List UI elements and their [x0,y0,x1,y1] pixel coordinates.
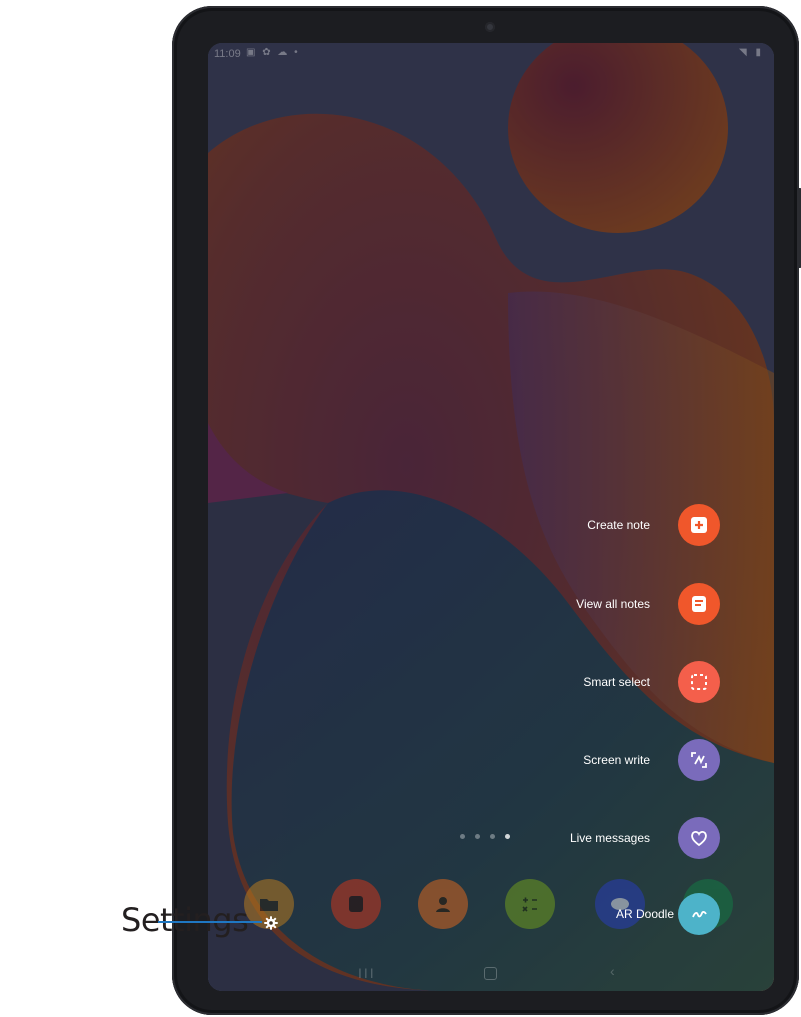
status-system-icons: ◥ ▮ [739,47,764,58]
page-indicator [460,834,510,839]
view-all-notes-label: View all notes [576,597,650,611]
status-time: 11:09 [214,48,241,60]
screen-write-label: Screen write [583,753,650,767]
page-dot-active [505,834,510,839]
recents-button[interactable]: III [358,965,376,981]
navigation-bar: III ‹ [208,957,774,991]
notes-app-icon[interactable] [331,879,381,929]
ar-doodle-label: AR Doodle [615,907,674,921]
screen-write-icon[interactable] [678,739,720,781]
galaxy-store-app-icon[interactable] [595,879,645,929]
home-button[interactable] [484,967,497,980]
tablet-device: 11:09 ▣ ✿ ☁ • ◥ ▮ Create note View all n… [172,6,801,1015]
page-dot [490,834,495,839]
back-button[interactable]: ‹ [610,963,615,979]
front-camera [485,22,495,32]
status-notification-icons: ▣ ✿ ☁ • [246,47,300,58]
page-dot [460,834,465,839]
calculator-app-icon[interactable] [505,879,555,929]
settings-callout-line [158,921,262,923]
gear-icon[interactable] [263,915,279,931]
live-messages-icon[interactable] [678,817,720,859]
tablet-screen: 11:09 ▣ ✿ ☁ • ◥ ▮ Create note View all n… [208,43,774,991]
status-bar: 11:09 ▣ ✿ ☁ • ◥ ▮ [208,43,774,67]
create-note-label: Create note [587,518,650,532]
ar-doodle-icon[interactable] [678,893,720,935]
create-note-icon[interactable] [678,504,720,546]
settings-callout-label: Settings [121,901,249,939]
view-all-notes-icon[interactable] [678,583,720,625]
page-dot [475,834,480,839]
smart-select-label: Smart select [583,675,650,689]
live-messages-label: Live messages [569,831,650,845]
smart-select-icon[interactable] [678,661,720,703]
contacts-app-icon[interactable] [418,879,468,929]
